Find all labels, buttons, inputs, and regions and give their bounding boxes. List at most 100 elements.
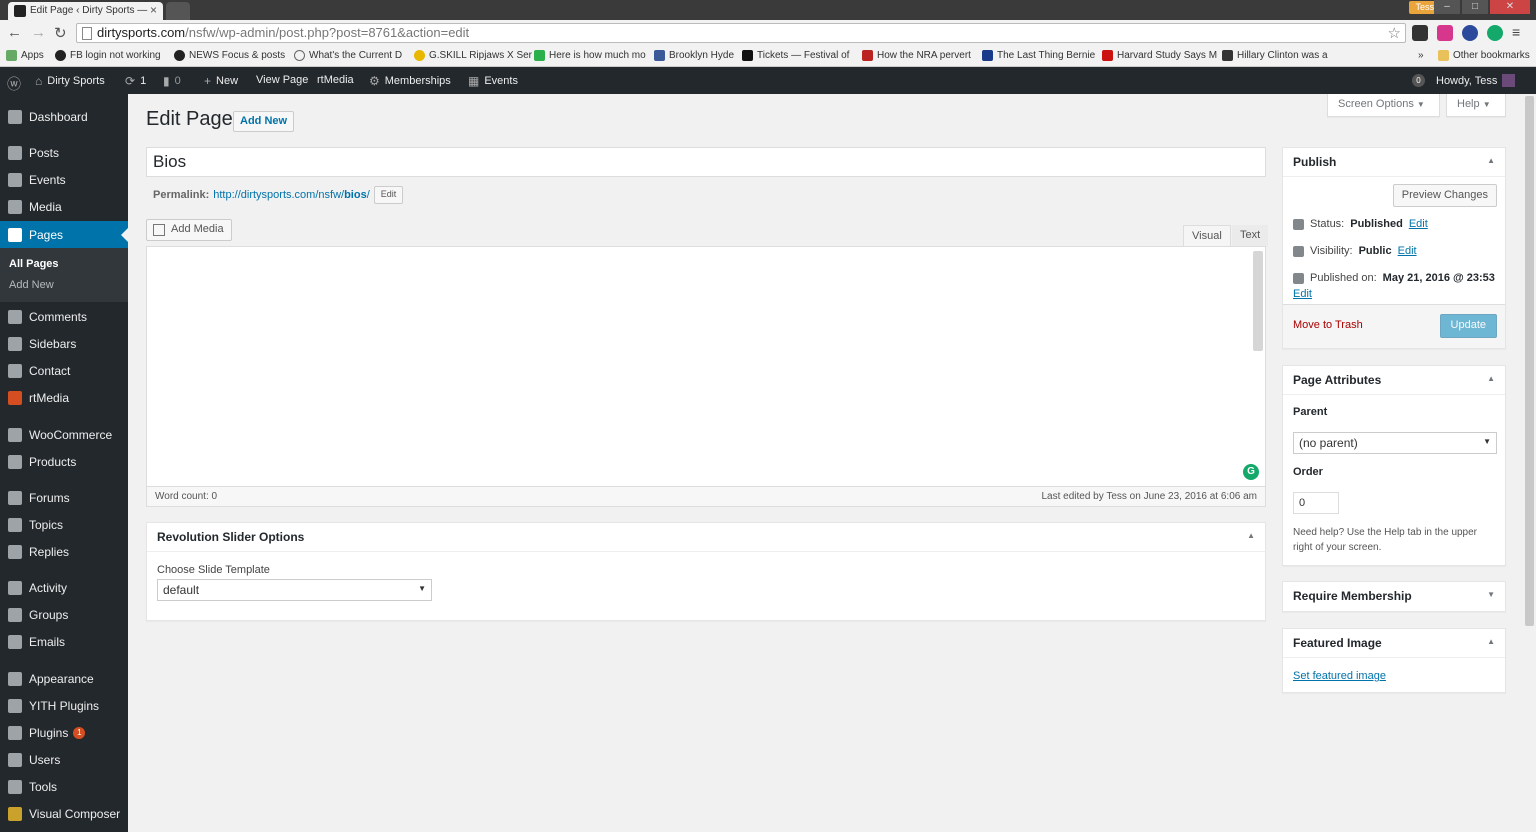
close-window-icon[interactable]: ✕	[1490, 0, 1530, 14]
my-account-link[interactable]: Howdy, Tess	[1436, 74, 1516, 87]
screen-options-tab[interactable]: Screen Options ▼	[1327, 94, 1440, 117]
memberships-link[interactable]: ⚙ Memberships	[369, 74, 451, 88]
sidebar-item-comments[interactable]: Comments	[0, 303, 128, 330]
update-button[interactable]: Update	[1439, 314, 1497, 338]
sidebar-item-yith-plugins[interactable]: YITH Plugins	[0, 692, 128, 719]
sidebar-item-products[interactable]: Products	[0, 448, 128, 475]
edit-status-link[interactable]: Edit	[1409, 218, 1428, 230]
featured-image-header[interactable]: Featured Image ▲	[1283, 629, 1505, 658]
close-tab-icon[interactable]: ×	[150, 3, 157, 17]
bookmark-item[interactable]: Tickets — Festival of	[742, 50, 849, 61]
sidebar-item-replies[interactable]: Replies	[0, 538, 128, 565]
bookmark-item[interactable]: Brooklyn Hyde	[654, 50, 734, 61]
bookmark-favicon-icon	[414, 50, 425, 61]
sidebar-item-media[interactable]: Media	[0, 193, 128, 220]
sidebar-item-rtmedia[interactable]: rtMedia	[0, 384, 128, 411]
slide-template-select[interactable]: default ▼	[157, 579, 432, 601]
notifications-link[interactable]: 0	[1412, 74, 1425, 87]
comments-link[interactable]: ▮ 0	[163, 74, 181, 88]
events-link[interactable]: ▦ Events	[468, 74, 518, 88]
bookmark-item[interactable]: The Last Thing Bernie	[982, 50, 1095, 61]
back-icon[interactable]: ←	[7, 24, 22, 41]
other-bookmarks[interactable]: Other bookmarks	[1438, 50, 1530, 61]
order-input[interactable]: 0	[1293, 492, 1339, 514]
maximize-icon[interactable]: □	[1462, 0, 1488, 14]
reload-icon[interactable]: ↻	[54, 24, 67, 42]
edit-date-link[interactable]: Edit	[1293, 288, 1312, 300]
flag-extension-icon[interactable]	[1462, 25, 1478, 41]
sidebar-item-users[interactable]: Users	[0, 746, 128, 773]
caret-up-icon[interactable]: ▲	[1247, 531, 1255, 540]
bookmark-star-icon[interactable]: ☆	[1388, 24, 1401, 42]
permalink-link[interactable]: http://dirtysports.com/nsfw/bios/	[213, 189, 370, 201]
move-to-trash-link[interactable]: Move to Trash	[1293, 319, 1363, 331]
minimize-icon[interactable]: –	[1434, 0, 1460, 14]
help-tab[interactable]: Help ▼	[1446, 94, 1506, 117]
bookmark-item[interactable]: FB login not working	[55, 50, 161, 61]
page-scrollbar[interactable]	[1525, 96, 1534, 626]
content-editor[interactable]: G	[146, 246, 1266, 487]
sidebar-item-woocommerce[interactable]: WooCommerce	[0, 421, 128, 448]
tab-text[interactable]: Text	[1232, 225, 1269, 247]
revolution-slider-header[interactable]: Revolution Slider Options ▲	[147, 523, 1265, 552]
forward-icon[interactable]: →	[31, 24, 46, 41]
browser-tab-active[interactable]: Edit Page ‹ Dirty Sports — ×	[8, 2, 163, 20]
parent-select[interactable]: (no parent) ▼	[1293, 432, 1497, 454]
preview-changes-button[interactable]: Preview Changes	[1392, 184, 1497, 207]
bookmark-apps[interactable]: Apps	[6, 50, 44, 61]
address-bar[interactable]: dirtysports.com/nsfw/wp-admin/post.php?p…	[76, 23, 1406, 43]
sidebar-item-groups[interactable]: Groups	[0, 601, 128, 628]
bookmark-item[interactable]: Harvard Study Says M	[1102, 50, 1217, 61]
tab-visual[interactable]: Visual	[1183, 225, 1231, 247]
sidebar-item-tools[interactable]: Tools	[0, 773, 128, 800]
view-page-link[interactable]: View Page	[256, 74, 308, 86]
sidebar-item-forums[interactable]: Forums	[0, 484, 128, 511]
submenu-all-pages[interactable]: All Pages	[9, 258, 59, 270]
sidebar-item-sidebars[interactable]: Sidebars	[0, 330, 128, 357]
buffer-extension-icon[interactable]	[1412, 25, 1428, 41]
updates-link[interactable]: ⟳ 1	[125, 74, 146, 88]
publish-header[interactable]: Publish ▲	[1283, 148, 1505, 177]
site-name-link[interactable]: ⌂ Dirty Sports	[35, 74, 105, 88]
tag-extension-icon[interactable]	[1437, 25, 1453, 41]
submenu-add-new[interactable]: Add New	[9, 279, 54, 291]
caret-up-icon[interactable]: ▲	[1487, 637, 1495, 646]
sidebar-item-posts[interactable]: Posts	[0, 139, 128, 166]
sidebar-item-contact[interactable]: Contact	[0, 357, 128, 384]
caret-up-icon[interactable]: ▲	[1487, 374, 1495, 383]
require-membership-header[interactable]: Require Membership ▼	[1283, 582, 1505, 611]
sidebar-item-pages[interactable]: Pages	[0, 221, 128, 248]
caret-up-icon[interactable]: ▲	[1487, 156, 1495, 165]
sidebar-item-plugins[interactable]: Plugins 1	[0, 719, 128, 746]
rtmedia-link[interactable]: rtMedia	[317, 74, 354, 86]
new-tab-button[interactable]	[166, 2, 190, 20]
sidebar-item-topics[interactable]: Topics	[0, 511, 128, 538]
wordpress-logo-icon[interactable]: ⓦ	[7, 74, 21, 94]
bookmark-item[interactable]: How the NRA pervert	[862, 50, 971, 61]
bookmark-item[interactable]: What's the Current D	[294, 50, 402, 61]
sidebar-item-dashboard[interactable]: Dashboard	[0, 103, 128, 130]
add-media-button[interactable]: Add Media	[146, 219, 232, 241]
bookmark-item[interactable]: Hillary Clinton was a	[1222, 50, 1328, 61]
post-title-input[interactable]: Bios	[146, 147, 1266, 177]
bookmark-item[interactable]: NEWS Focus & posts	[174, 50, 285, 61]
new-content-link[interactable]: + New	[204, 74, 238, 88]
grammarly-extension-icon[interactable]	[1487, 25, 1503, 41]
add-new-page-button[interactable]: Add New	[233, 111, 295, 132]
sidebar-item-emails[interactable]: Emails	[0, 628, 128, 655]
set-featured-image-link[interactable]: Set featured image	[1293, 670, 1386, 682]
sidebar-item-visual-composer[interactable]: Visual Composer	[0, 800, 128, 827]
bookmark-item[interactable]: Here is how much mo	[534, 50, 646, 61]
caret-down-icon[interactable]: ▼	[1487, 590, 1495, 599]
sidebar-item-activity[interactable]: Activity	[0, 574, 128, 601]
sidebar-item-appearance[interactable]: Appearance	[0, 665, 128, 692]
editor-scrollbar[interactable]	[1253, 251, 1263, 351]
menu-icon[interactable]: ≡	[1512, 25, 1528, 41]
edit-permalink-button[interactable]: Edit	[373, 186, 404, 204]
bookmarks-overflow[interactable]: »	[1418, 50, 1424, 61]
page-attributes-header[interactable]: Page Attributes ▲	[1283, 366, 1505, 395]
edit-visibility-link[interactable]: Edit	[1398, 245, 1417, 257]
sidebar-item-events[interactable]: Events	[0, 166, 128, 193]
bookmark-item[interactable]: G.SKILL Ripjaws X Ser	[414, 50, 532, 61]
grammarly-icon[interactable]: G	[1243, 464, 1259, 480]
